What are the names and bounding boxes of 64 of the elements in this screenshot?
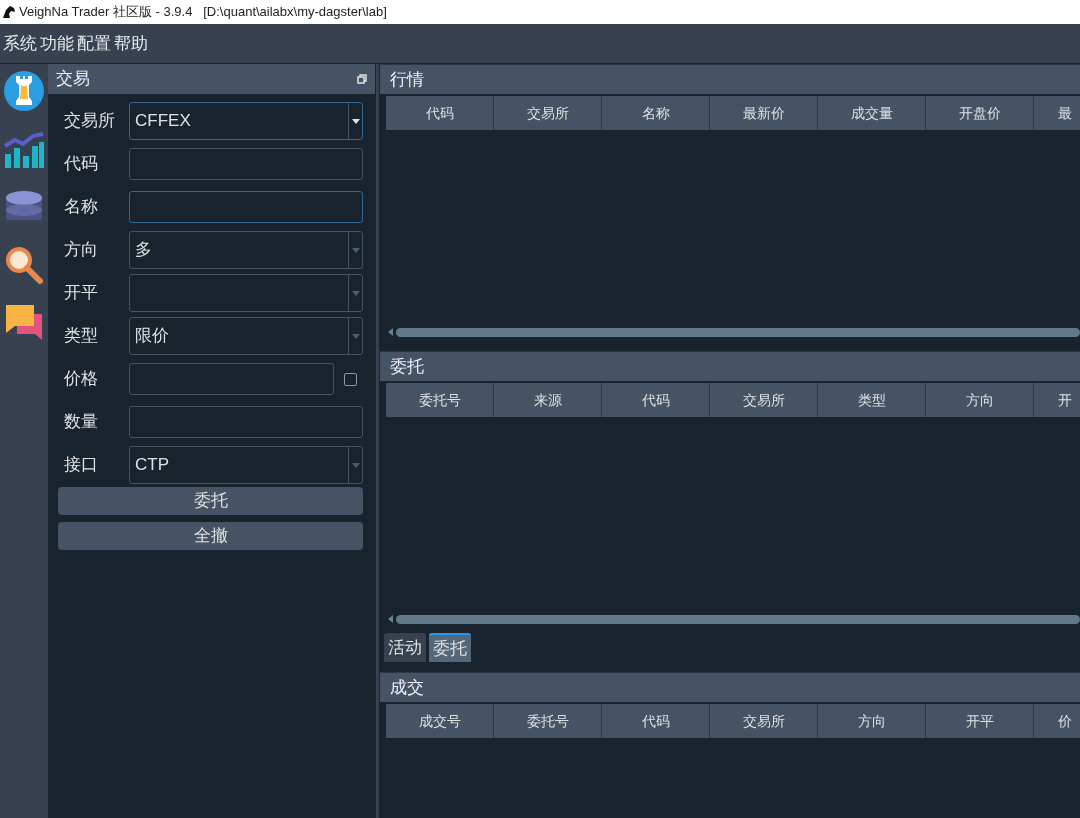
scroll-left-icon[interactable]: [386, 327, 394, 337]
column-header[interactable]: 名称: [602, 96, 710, 130]
field-label: 价格: [63, 368, 99, 391]
column-header[interactable]: 价: [1034, 704, 1080, 738]
column-header[interactable]: 方向: [926, 383, 1034, 418]
app-logo-icon: [2, 5, 16, 19]
column-header[interactable]: 最: [1034, 96, 1080, 130]
column-header[interactable]: 代码: [602, 383, 710, 418]
column-header[interactable]: 代码: [386, 96, 494, 130]
restore-icon[interactable]: [357, 74, 367, 84]
search-icon[interactable]: [5, 246, 43, 284]
panel-title-text: 交易: [56, 68, 90, 91]
dropdown[interactable]: 限价: [129, 317, 363, 355]
column-header[interactable]: 交易所: [710, 704, 818, 738]
column-header[interactable]: 类型: [818, 383, 926, 418]
field-label: 代码: [63, 153, 99, 176]
column-header[interactable]: 开平: [926, 704, 1034, 738]
chess-rook-icon[interactable]: [3, 70, 45, 112]
column-header[interactable]: 最新价: [710, 96, 818, 130]
menu-item[interactable]: 系统: [3, 30, 37, 57]
horizontal-scrollbar[interactable]: [396, 327, 1080, 337]
input-field[interactable]: [129, 363, 334, 395]
column-header[interactable]: 成交号: [386, 704, 494, 738]
column-header[interactable]: 交易所: [710, 383, 818, 418]
bar-chart-icon[interactable]: [3, 132, 45, 170]
column-header[interactable]: 方向: [818, 704, 926, 738]
menu-item[interactable]: 帮助: [114, 30, 148, 57]
action-button[interactable]: 委托: [58, 487, 363, 515]
column-header[interactable]: 成交量: [818, 96, 926, 130]
input-field[interactable]: [129, 191, 363, 223]
column-header[interactable]: 开: [1034, 383, 1080, 418]
field-label: 类型: [63, 325, 99, 348]
window-title: VeighNa Trader 社区版 - 3.9.4 [D:\quant\ailabx\my-dagster\lab]: [19, 3, 387, 22]
field-label: 名称: [63, 196, 99, 219]
column-header[interactable]: 交易所: [494, 96, 602, 130]
field-label: 接口: [63, 454, 99, 477]
panel-title: 委托: [380, 351, 1080, 382]
column-header[interactable]: 来源: [494, 383, 602, 418]
dropdown[interactable]: 多: [129, 231, 363, 269]
action-button[interactable]: 全撤: [58, 522, 363, 550]
column-header[interactable]: 代码: [602, 704, 710, 738]
input-field[interactable]: [129, 148, 363, 180]
tab[interactable]: 委托: [429, 633, 471, 663]
horizontal-scrollbar[interactable]: [396, 614, 1080, 624]
panel-title: 行情: [380, 64, 1080, 94]
dropdown-arrow-icon[interactable]: [351, 118, 360, 124]
tab[interactable]: 活动: [384, 633, 426, 663]
column-header[interactable]: 开盘价: [926, 96, 1034, 130]
dropdown[interactable]: CFFEX: [129, 102, 363, 140]
menu-item[interactable]: 功能: [40, 30, 74, 57]
field-label: 开平: [63, 282, 99, 305]
field-label: 交易所: [63, 110, 116, 133]
panel-title: 成交: [380, 672, 1080, 702]
checkbox[interactable]: [344, 372, 357, 386]
column-header[interactable]: 委托号: [386, 383, 494, 418]
scroll-left-icon[interactable]: [386, 614, 394, 625]
field-label: 方向: [63, 239, 99, 262]
column-header[interactable]: 委托号: [494, 704, 602, 738]
menu-item[interactable]: 配置: [77, 30, 111, 57]
field-label: 数量: [63, 411, 99, 434]
dropdown[interactable]: CTP: [129, 446, 363, 484]
input-field[interactable]: [129, 406, 363, 438]
chat-icon[interactable]: [5, 304, 43, 340]
dropdown[interactable]: [129, 274, 363, 312]
